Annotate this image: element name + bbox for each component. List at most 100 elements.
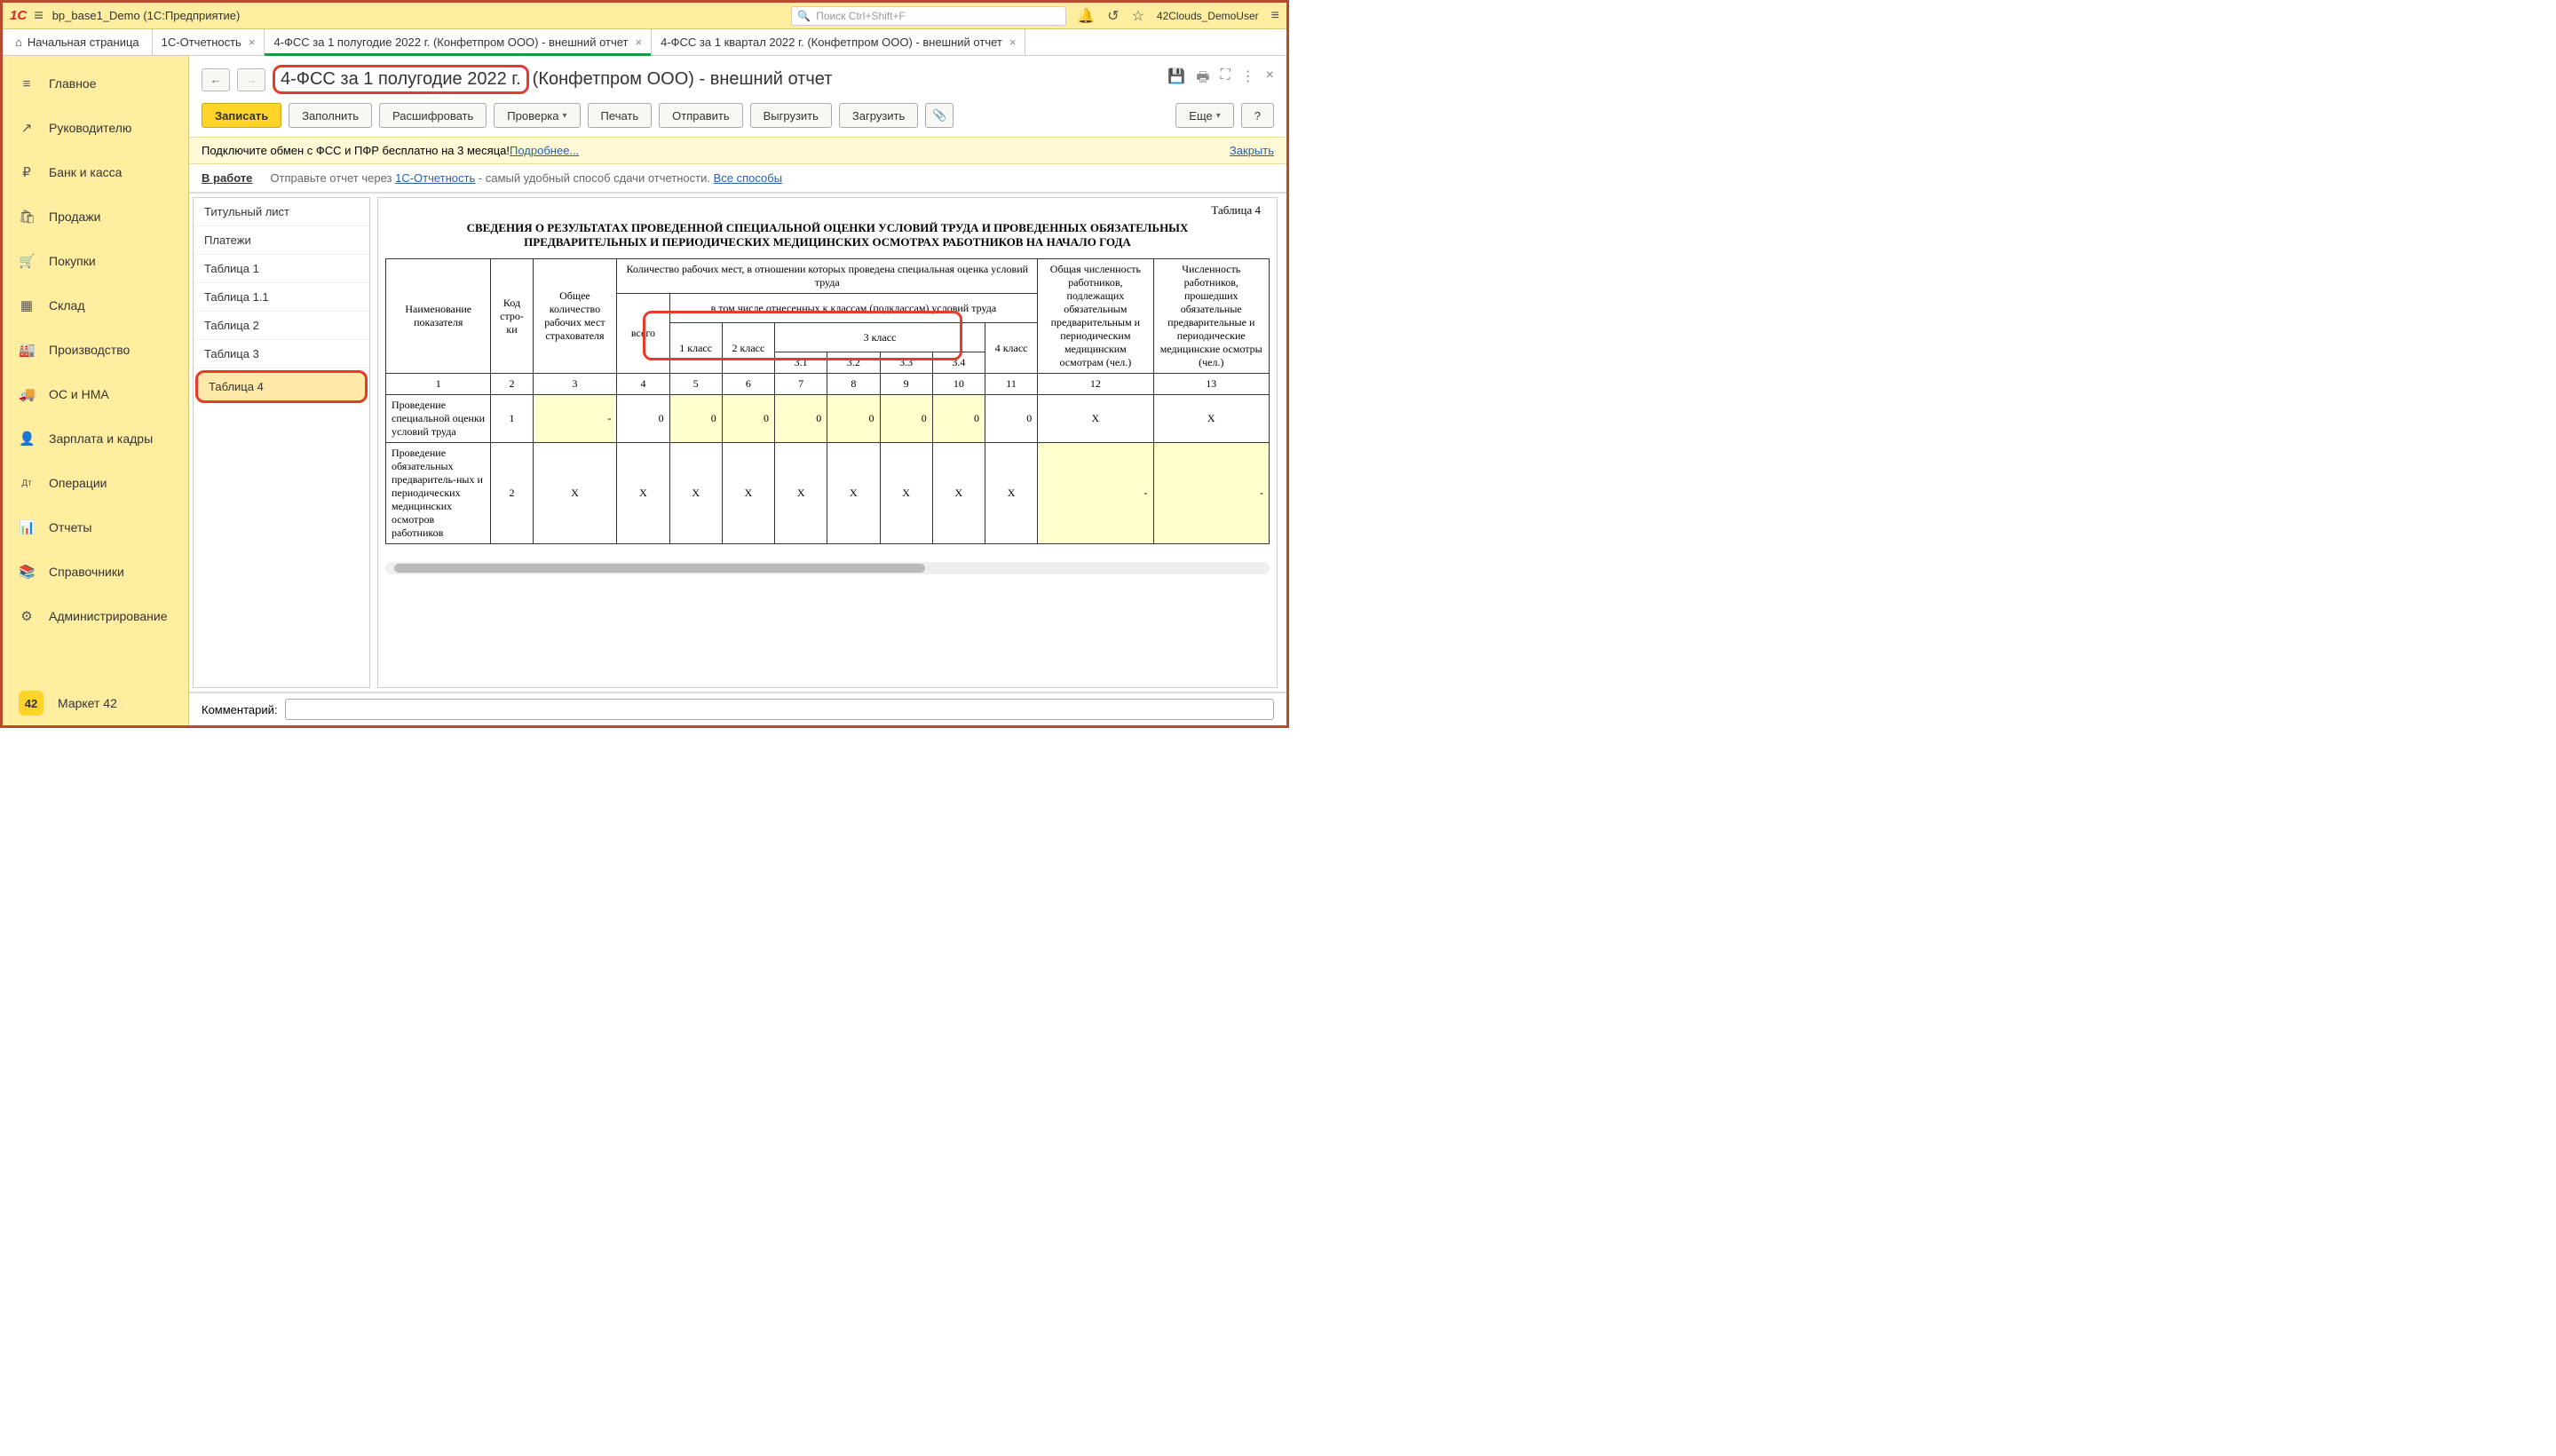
fill-button[interactable]: Заполнить	[289, 103, 372, 128]
export-button[interactable]: Выгрузить	[750, 103, 832, 128]
check-button[interactable]: Проверка	[494, 103, 580, 128]
cell[interactable]: 0	[775, 395, 827, 443]
catalogs-icon: 📚	[19, 564, 35, 580]
attach-button[interactable]: 📎	[925, 103, 954, 128]
table-row: Проведение специальной оценки условий тр…	[386, 395, 1270, 443]
colnum: 13	[1153, 374, 1269, 395]
cell[interactable]: -	[1038, 443, 1153, 544]
tab-home-label: Начальная страница	[28, 36, 139, 49]
table-row: Проведение обязательных предваритель-ных…	[386, 443, 1270, 544]
bank-icon: ₽	[19, 164, 35, 180]
sidebar-item-sales[interactable]: 🛍Продажи	[3, 194, 188, 239]
purchases-icon: 🛒	[19, 253, 35, 269]
status-state[interactable]: В работе	[202, 171, 252, 185]
save-button[interactable]: Записать	[202, 103, 281, 128]
close-icon[interactable]: ×	[1009, 36, 1017, 49]
th-class3: 3 класс	[775, 323, 985, 352]
cell: X	[617, 443, 669, 544]
close-icon[interactable]: ×	[1266, 67, 1274, 91]
hamburger-icon[interactable]: ≡	[34, 6, 44, 25]
sidebar-item-payroll[interactable]: 👤Зарплата и кадры	[3, 416, 188, 461]
cell[interactable]: -	[1153, 443, 1269, 544]
sidebar-item-assets[interactable]: 🚚ОС и НМА	[3, 372, 188, 416]
cell-code: 2	[491, 443, 533, 544]
more-icon[interactable]: ⋮	[1241, 67, 1255, 91]
close-icon[interactable]: ×	[249, 36, 256, 49]
close-icon[interactable]: ×	[636, 36, 643, 49]
banner-link[interactable]: Подробнее...	[510, 144, 579, 157]
sidebar-label: Маркет 42	[58, 696, 117, 710]
title-icons: 💾 🖶 ⛶ ⋮ ×	[1167, 67, 1274, 91]
sidebar-item-production[interactable]: 🏭Производство	[3, 328, 188, 372]
help-button[interactable]: ?	[1241, 103, 1274, 128]
nav-forward-button[interactable]: →	[237, 68, 265, 91]
cell[interactable]: -	[533, 395, 617, 443]
sidebar-item-operations[interactable]: ДтОперации	[3, 461, 188, 505]
cell[interactable]: 0	[985, 395, 1037, 443]
content: ← → 4-ФСС за 1 полугодие 2022 г. (Конфет…	[189, 56, 1286, 725]
cell[interactable]: 0	[932, 395, 985, 443]
tab-4fss-q1[interactable]: 4-ФСС за 1 квартал 2022 г. (Конфетпром О…	[652, 29, 1025, 55]
search-input[interactable]: 🔍 Поиск Ctrl+Shift+F	[791, 6, 1066, 26]
print-button[interactable]: Печать	[588, 103, 653, 128]
h-scrollbar[interactable]	[385, 562, 1270, 574]
zoom-icon[interactable]: ⛶	[1220, 67, 1230, 91]
admin-icon: ⚙	[19, 608, 35, 624]
cell[interactable]: 0	[722, 395, 774, 443]
comment-input[interactable]	[285, 699, 1275, 720]
top-bar: 1C ≡ bp_base1_Demo (1С:Предприятие) 🔍 По…	[3, 3, 1286, 29]
print-icon[interactable]: 🖶	[1196, 67, 1209, 91]
cell[interactable]: 0	[669, 395, 722, 443]
section-table1-1[interactable]: Таблица 1.1	[194, 283, 369, 312]
status-link-1c[interactable]: 1С-Отчетность	[395, 171, 475, 185]
th-class1: 1 класс	[669, 323, 722, 374]
sidebar-item-reports[interactable]: 📊Отчеты	[3, 505, 188, 550]
star-icon[interactable]: ☆	[1132, 7, 1144, 25]
section-table3[interactable]: Таблица 3	[194, 340, 369, 368]
colnum: 5	[669, 374, 722, 395]
sidebar-item-bank[interactable]: ₽Банк и касса	[3, 150, 188, 194]
home-icon: ⌂	[15, 36, 22, 49]
cell: X	[775, 443, 827, 544]
sidebar-item-admin[interactable]: ⚙Администрирование	[3, 594, 188, 638]
menu-icon[interactable]: ≡	[1271, 8, 1279, 24]
sidebar-label: Операции	[49, 476, 107, 490]
info-banner: Подключите обмен с ФСС и ПФР бесплатно н…	[189, 137, 1286, 164]
status-link-all[interactable]: Все способы	[714, 171, 782, 185]
send-button[interactable]: Отправить	[659, 103, 742, 128]
user-label[interactable]: 42Clouds_DemoUser	[1157, 10, 1259, 22]
sidebar-item-manager[interactable]: ↗Руководителю	[3, 106, 188, 150]
more-button[interactable]: Еще	[1175, 103, 1233, 128]
th-total: Общее количество рабочих мест страховате…	[533, 259, 617, 374]
cell[interactable]: 0	[880, 395, 932, 443]
section-table4[interactable]: Таблица 4	[195, 370, 368, 403]
banner-close[interactable]: Закрыть	[1230, 144, 1274, 157]
cell[interactable]: 0	[617, 395, 669, 443]
sidebar-item-purchases[interactable]: 🛒Покупки	[3, 239, 188, 283]
save-disk-icon[interactable]: 💾	[1167, 67, 1185, 91]
section-title-page[interactable]: Титульный лист	[194, 198, 369, 226]
report-table: Наименование показателя Код стро-ки Обще…	[385, 258, 1270, 544]
section-payments[interactable]: Платежи	[194, 226, 369, 255]
section-table1[interactable]: Таблица 1	[194, 255, 369, 283]
colnum: 4	[617, 374, 669, 395]
market-icon: 42	[19, 691, 44, 716]
sidebar-item-catalogs[interactable]: 📚Справочники	[3, 550, 188, 594]
colnum: 12	[1038, 374, 1153, 395]
sidebar-label: Руководителю	[49, 121, 131, 135]
sidebar-item-main[interactable]: ≡Главное	[3, 61, 188, 106]
decode-button[interactable]: Расшифровать	[379, 103, 487, 128]
tab-home[interactable]: ⌂ Начальная страница	[3, 29, 153, 55]
tab-4fss-h1[interactable]: 4-ФСС за 1 полугодие 2022 г. (Конфетпром…	[265, 29, 652, 55]
tab-label: 4-ФСС за 1 квартал 2022 г. (Конфетпром О…	[661, 36, 1002, 49]
import-button[interactable]: Загрузить	[839, 103, 918, 128]
nav-back-button[interactable]: ←	[202, 68, 230, 91]
history-icon[interactable]: ↺	[1107, 7, 1119, 25]
sidebar-item-market[interactable]: 42 Маркет 42	[3, 681, 188, 725]
section-table2[interactable]: Таблица 2	[194, 312, 369, 340]
cell[interactable]: 0	[827, 395, 880, 443]
cell: X	[880, 443, 932, 544]
bell-icon[interactable]: 🔔	[1077, 7, 1095, 25]
tab-1c-report[interactable]: 1С-Отчетность ×	[153, 29, 265, 55]
sidebar-item-stock[interactable]: ▦Склад	[3, 283, 188, 328]
